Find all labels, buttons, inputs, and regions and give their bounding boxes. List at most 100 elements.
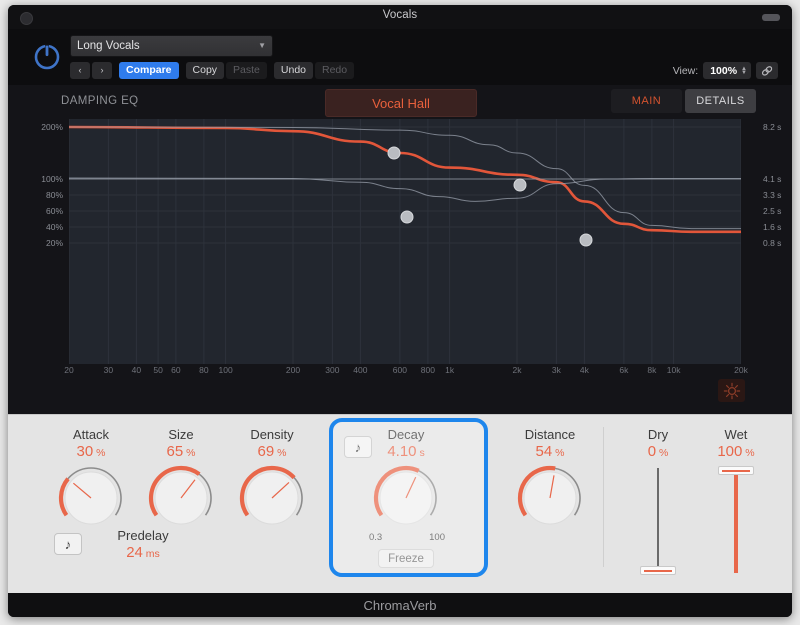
y-axis-left-tick: 60% (45, 206, 63, 216)
plugin-window: Vocals Long Vocals ▼ ‹ › Compare Copy Pa… (8, 5, 792, 617)
control-point-handles[interactable] (387, 146, 593, 247)
y-axis-right-tick: 2.5 s (763, 206, 782, 216)
y-axis-right-tick: 8.2 s (763, 122, 782, 132)
stepper-arrows-icon: ▲ ▼ (741, 65, 747, 76)
tab-main[interactable]: MAIN (611, 89, 682, 113)
slider-handle-indicator (722, 470, 750, 472)
chevron-down-icon: ▼ (258, 41, 266, 50)
view-zoom-stepper[interactable]: 100% ▲ ▼ (703, 62, 751, 79)
slider-handle[interactable] (718, 466, 754, 475)
x-axis-tick: 20 (64, 365, 74, 375)
damping-eq-label: DAMPING EQ (61, 95, 139, 107)
x-axis-tick: 30 (103, 365, 114, 375)
y-axis-left-tick: 20% (45, 238, 63, 248)
preset-dropdown[interactable]: Long Vocals ▼ (70, 35, 273, 57)
eq-plot[interactable] (69, 119, 741, 364)
damping-eq-graph: 200% 100% 80% 60% 40% 20% 8.2 s 4.1 s 3.3 s 2.5 … (41, 119, 781, 409)
wet-control: Wet 100 % (696, 427, 776, 573)
distance-knob[interactable] (517, 465, 583, 531)
plugin-name-label: ChromaVerb (363, 597, 437, 613)
wet-slider[interactable] (718, 466, 754, 573)
grid-lines (69, 119, 741, 364)
density-control: Density 69 % (217, 427, 327, 531)
window-title: Vocals (382, 9, 418, 21)
window-resize-handle[interactable] (762, 14, 780, 21)
x-axis-tick: 600 (392, 365, 407, 375)
x-axis-tick: 300 (325, 365, 340, 375)
y-axis-right-tick: 4.1 s (763, 174, 782, 184)
previous-preset-button[interactable]: ‹ (70, 62, 90, 79)
titlebar: Vocals (8, 5, 792, 29)
footer: ChromaVerb (8, 593, 792, 617)
distance-value: 54 % (535, 443, 565, 460)
x-axis-tick: 2k (512, 365, 522, 375)
distance-control: Distance 54 % (495, 427, 605, 531)
preset-name: Long Vocals (77, 40, 140, 52)
attack-knob[interactable] (58, 465, 124, 531)
slider-handle-indicator (644, 570, 672, 572)
next-preset-button[interactable]: › (92, 62, 112, 79)
dry-control: Dry 0 % (618, 427, 698, 575)
view-label: View: (672, 64, 699, 77)
chromaverb-plugin-window: Vocals Long Vocals ▼ ‹ › Compare Copy Pa… (0, 0, 800, 625)
knob-graphic (239, 465, 303, 525)
sun-icon (723, 382, 740, 399)
redo-button[interactable]: Redo (315, 62, 355, 79)
freeze-button[interactable]: Freeze (378, 549, 434, 568)
x-axis-tick: 20k (734, 365, 748, 375)
slider-handle[interactable] (640, 566, 676, 575)
predelay-value[interactable]: 24 ms (88, 544, 198, 561)
copy-button[interactable]: Copy (185, 62, 225, 79)
knob-graphic (58, 467, 122, 525)
control-panel: Attack 30 % Size 65 % Density 69 % ♪ Pre… (8, 414, 792, 593)
y-axis-right-tick: 1.6 s (763, 222, 782, 232)
toolbar: Long Vocals ▼ ‹ › Compare Copy Paste Und… (8, 29, 792, 85)
toolbar-button-row: ‹ › Compare Copy Paste Undo Redo (70, 62, 361, 79)
x-axis: 20 30 40 50 60 80 100 200 300 400 600 800 1k 2k 3k 4k 6k… (64, 365, 748, 381)
x-axis-tick: 100 (218, 365, 233, 375)
predelay-label: Predelay (117, 528, 169, 543)
decay-range: 0.3 100 (369, 532, 445, 543)
size-knob[interactable] (148, 465, 214, 531)
x-axis-tick: 80 (199, 365, 209, 375)
predelay-control: Predelay 24 ms (88, 528, 198, 561)
knob-graphic (148, 465, 212, 525)
x-axis-tick: 60 (171, 365, 181, 375)
algorithm-name: Vocal Hall (372, 95, 430, 111)
density-knob[interactable] (239, 465, 305, 531)
algorithm-button[interactable]: Vocal Hall (325, 89, 477, 117)
decay-control: Decay 4.10 s (351, 427, 461, 531)
x-axis-tick: 400 (353, 365, 368, 375)
density-label: Density (250, 427, 294, 442)
tab-details[interactable]: DETAILS (685, 89, 756, 113)
predelay-note-button[interactable]: ♪ (54, 533, 82, 555)
x-axis-tick: 1k (445, 365, 455, 375)
dry-slider-track (657, 468, 659, 573)
x-axis-tick: 6k (619, 365, 629, 375)
wet-value: 100 % (717, 443, 755, 460)
section-header: DAMPING EQ Vocal Hall MAIN DETAILS (8, 85, 792, 119)
y-axis-left-tick: 80% (45, 190, 63, 200)
sun-icon-button[interactable] (718, 379, 745, 402)
note-icon: ♪ (64, 536, 72, 552)
link-button[interactable] (756, 62, 778, 79)
x-axis-tick: 800 (420, 365, 435, 375)
undo-button[interactable]: Undo (273, 62, 313, 79)
dry-slider[interactable] (640, 468, 676, 575)
knob-graphic (517, 465, 581, 525)
dry-label: Dry (647, 427, 669, 442)
y-axis-left-tick: 200% (41, 122, 63, 132)
power-button[interactable] (28, 37, 66, 75)
slider-fill (734, 468, 738, 573)
wet-label: Wet (724, 427, 748, 442)
y-axis-right-tick: 3.3 s (763, 190, 782, 200)
y-axis-right: 8.2 s 4.1 s 3.3 s 2.5 s 1.6 s 0.8 s (759, 119, 792, 364)
compare-button[interactable]: Compare (119, 62, 179, 79)
x-axis-tick: 3k (551, 365, 561, 375)
y-axis-right-tick: 0.8 s (763, 238, 782, 248)
paste-button[interactable]: Paste (226, 62, 267, 79)
decay-knob[interactable] (373, 465, 439, 531)
power-icon (34, 44, 60, 70)
density-value: 69 % (257, 443, 287, 460)
distance-label: Distance (524, 427, 576, 442)
